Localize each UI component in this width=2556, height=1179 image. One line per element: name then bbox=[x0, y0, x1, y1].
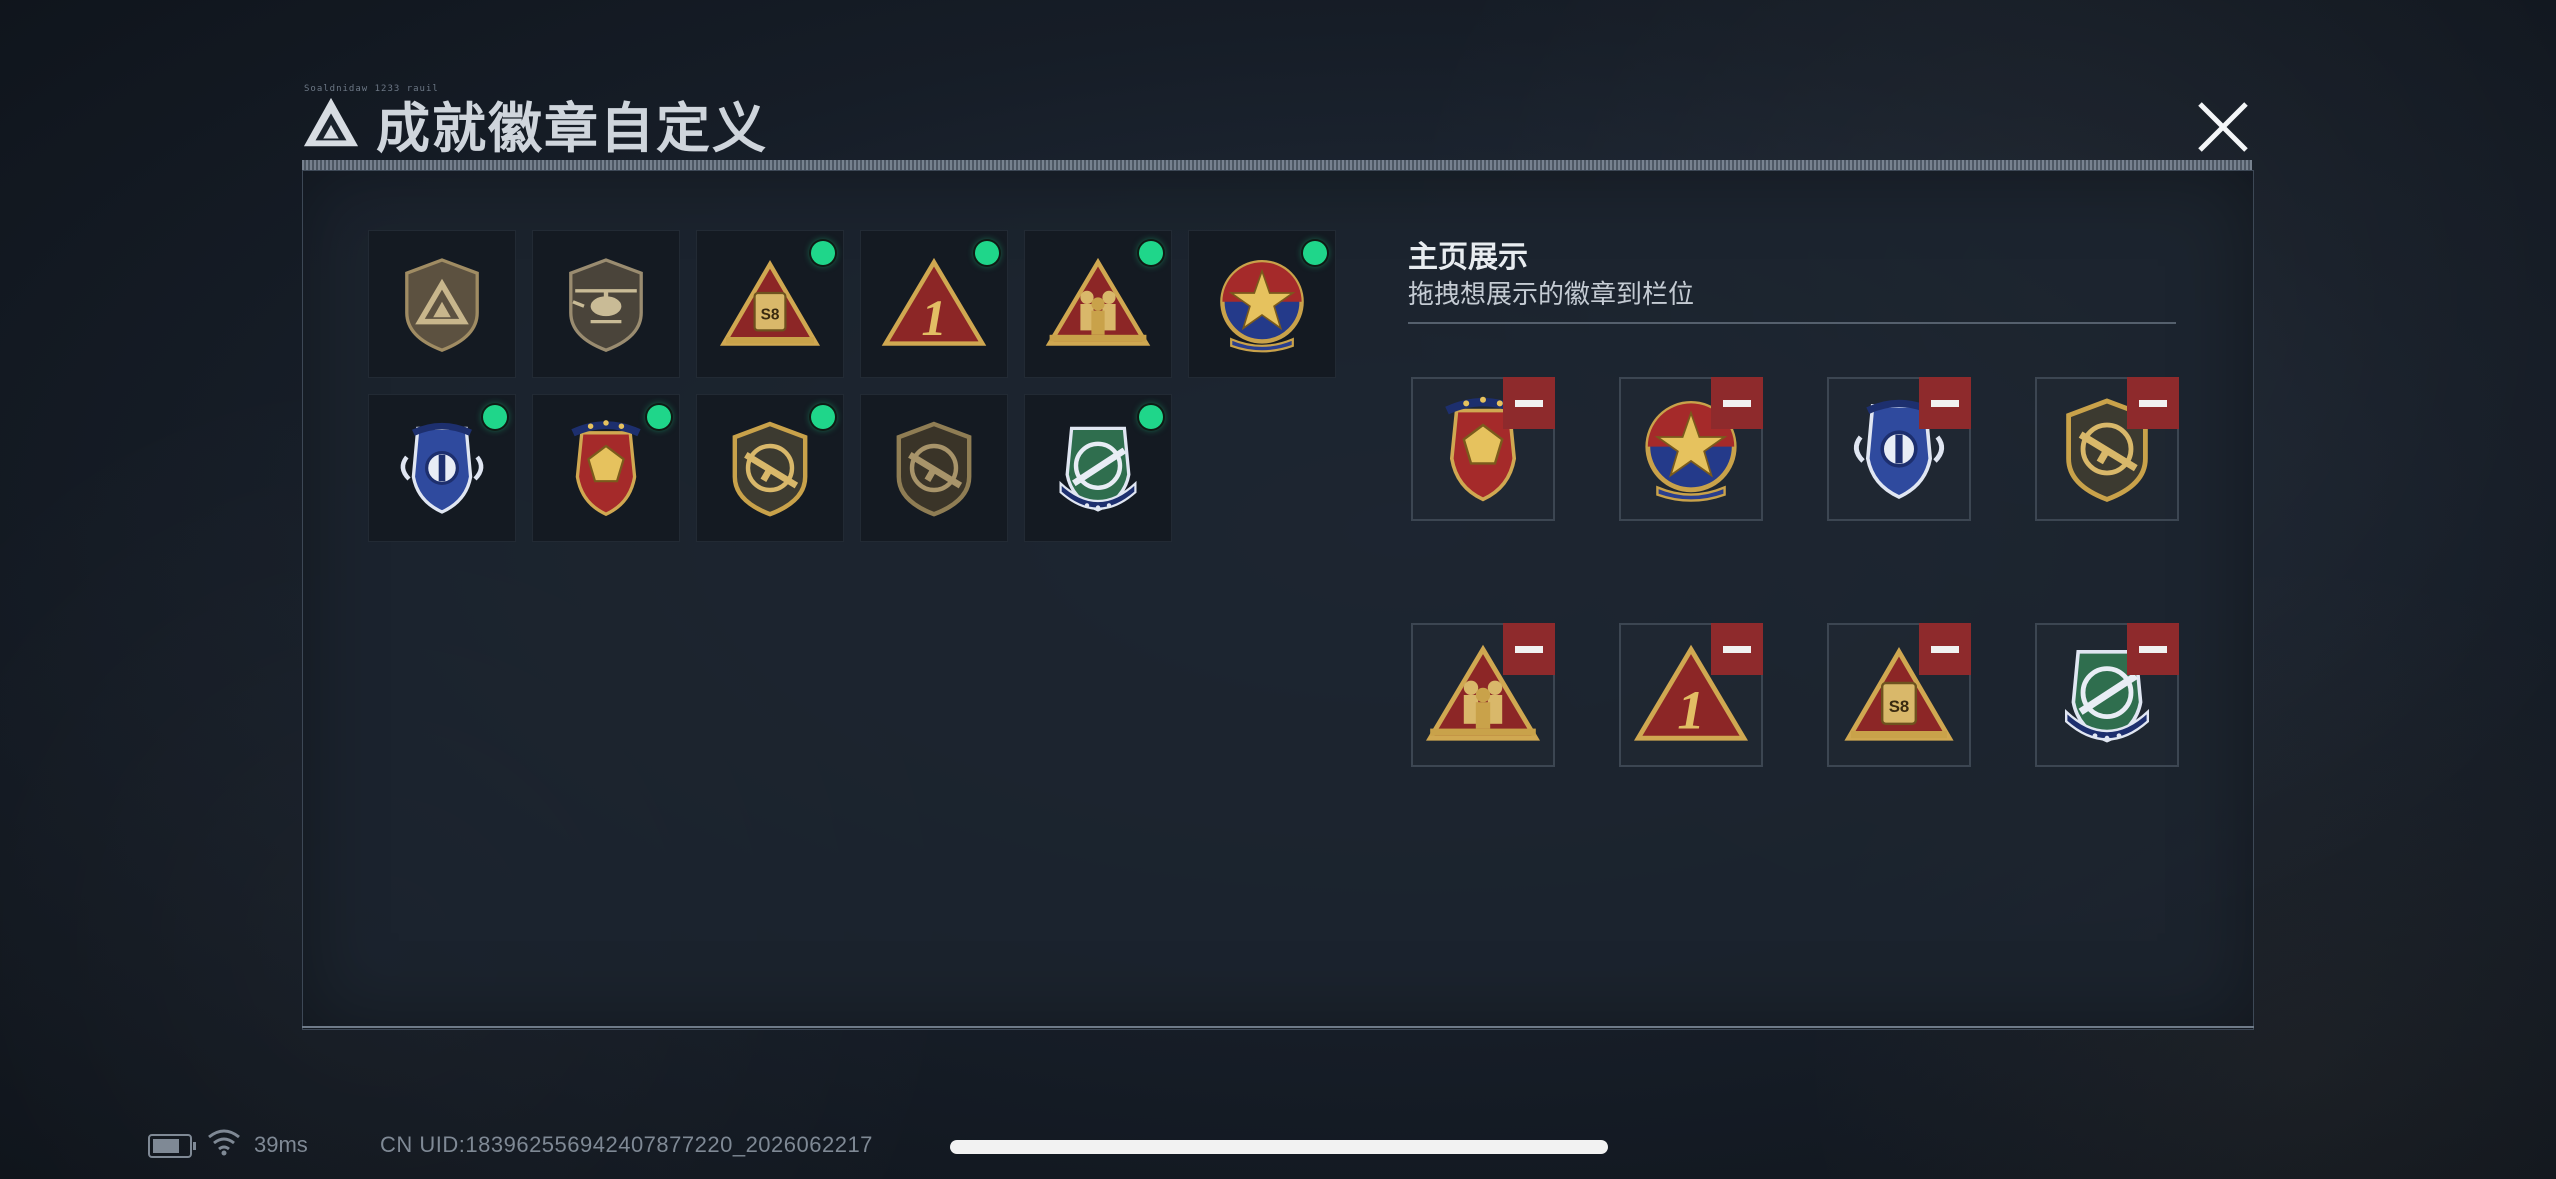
equipped-indicator bbox=[647, 405, 671, 429]
remove-button[interactable] bbox=[1711, 377, 1763, 429]
delta-logo-icon bbox=[303, 97, 359, 147]
showcase-slot[interactable] bbox=[1827, 377, 1971, 521]
badge-cell[interactable] bbox=[696, 230, 844, 378]
bronze-shield-triangle-badge-icon bbox=[369, 231, 515, 377]
remove-button[interactable] bbox=[1711, 623, 1763, 675]
user-uid: CN UID:183962556942407877220_2026062217 bbox=[380, 1132, 873, 1157]
badge-cell[interactable] bbox=[368, 394, 516, 542]
remove-button[interactable] bbox=[1919, 623, 1971, 675]
showcase-slot[interactable] bbox=[1827, 623, 1971, 767]
badge-cell[interactable] bbox=[532, 394, 680, 542]
badge-cell[interactable] bbox=[368, 230, 516, 378]
remove-button[interactable] bbox=[1503, 623, 1555, 675]
showcase-slot[interactable] bbox=[1411, 623, 1555, 767]
page-header: 成就徽章自定义 bbox=[302, 88, 768, 159]
badge-cell[interactable] bbox=[696, 394, 844, 542]
showcase-slot[interactable] bbox=[1619, 623, 1763, 767]
page-title: 成就徽章自定义 bbox=[376, 98, 768, 159]
showcase-slot[interactable] bbox=[2035, 377, 2179, 521]
equipped-indicator bbox=[1139, 405, 1163, 429]
showcase-title: 主页展示 bbox=[1408, 241, 1528, 274]
badge-cell[interactable] bbox=[1024, 394, 1172, 542]
ping-readout: 39ms bbox=[254, 1132, 308, 1157]
badge-cell[interactable] bbox=[860, 230, 1008, 378]
equipped-indicator bbox=[811, 241, 835, 265]
wifi-icon bbox=[208, 1129, 240, 1156]
badge-cell[interactable] bbox=[860, 394, 1008, 542]
close-button[interactable] bbox=[2188, 92, 2258, 162]
home-indicator[interactable] bbox=[950, 1140, 1608, 1154]
showcase-slot[interactable] bbox=[1411, 377, 1555, 521]
badge-cell[interactable] bbox=[1188, 230, 1336, 378]
showcase-slot[interactable] bbox=[2035, 623, 2179, 767]
remove-button[interactable] bbox=[1503, 377, 1555, 429]
badge-cell[interactable] bbox=[1024, 230, 1172, 378]
remove-button[interactable] bbox=[2127, 623, 2179, 675]
remove-button[interactable] bbox=[2127, 377, 2179, 429]
panel-bottom-border bbox=[302, 1026, 2254, 1028]
close-icon bbox=[2198, 102, 2248, 152]
equipped-indicator bbox=[1139, 241, 1163, 265]
battery-icon bbox=[148, 1134, 196, 1158]
badge-cell[interactable] bbox=[532, 230, 680, 378]
showcase-divider bbox=[1408, 322, 2176, 324]
equipped-indicator bbox=[975, 241, 999, 265]
remove-button[interactable] bbox=[1919, 377, 1971, 429]
helicopter-shield-badge-icon bbox=[569, 258, 643, 352]
showcase-instruction: 拖拽想展示的徽章到栏位 bbox=[1408, 279, 1695, 309]
rifle-shield-dark-badge-icon bbox=[861, 395, 1007, 541]
equipped-indicator bbox=[811, 405, 835, 429]
equipped-indicator bbox=[483, 405, 507, 429]
header-divider bbox=[302, 160, 2252, 170]
equipped-indicator bbox=[1303, 241, 1327, 265]
showcase-slot[interactable] bbox=[1619, 377, 1763, 521]
